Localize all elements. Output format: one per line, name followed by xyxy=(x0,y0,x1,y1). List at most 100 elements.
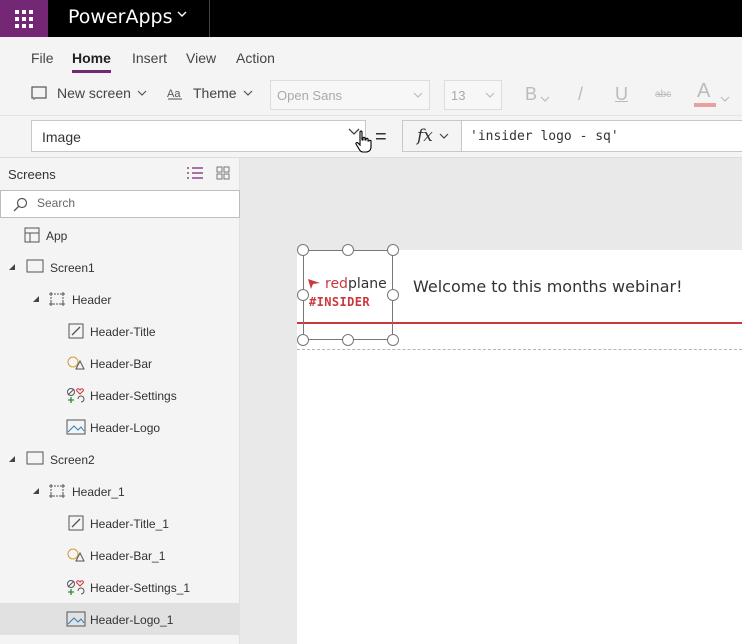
tree-item-label: Header-Title_1 xyxy=(90,517,169,531)
new-screen-label: New screen xyxy=(57,85,131,101)
chevron-down-icon xyxy=(413,92,423,98)
chevron-down-icon xyxy=(137,90,147,96)
app-bar: PowerApps xyxy=(0,0,742,37)
font-size-select[interactable]: 13 xyxy=(444,80,502,110)
collapse-arrow-icon[interactable] xyxy=(32,295,40,303)
fx-icon: fx xyxy=(417,126,433,146)
chevron-down-icon xyxy=(485,92,495,98)
list-view-icon[interactable] xyxy=(186,166,204,180)
underline-button[interactable]: U xyxy=(615,84,628,105)
grid-view-icon[interactable] xyxy=(216,166,230,180)
theme-button[interactable]: Aa Theme xyxy=(167,85,261,101)
tree-item-header-title[interactable]: Header-Title xyxy=(0,315,240,347)
icon-control-icon xyxy=(67,580,85,595)
tab-view[interactable]: View xyxy=(186,50,216,66)
search-icon xyxy=(13,197,28,212)
tree-item-header-settings[interactable]: Header-Settings xyxy=(0,379,240,411)
app-icon xyxy=(24,227,40,243)
tree-item-header-1[interactable]: Header_1 xyxy=(0,475,240,507)
collapse-arrow-icon[interactable] xyxy=(8,263,16,271)
app-name[interactable]: PowerApps xyxy=(68,6,172,28)
tree-item-label: Header-Settings xyxy=(90,389,177,403)
chevron-down-icon xyxy=(720,96,730,102)
screen-icon xyxy=(26,259,44,273)
tree-item-label: Header_1 xyxy=(72,485,125,499)
tree-item-app[interactable]: App xyxy=(0,219,240,251)
tree-item-header-logo[interactable]: Header-Logo xyxy=(0,411,240,443)
collapse-arrow-icon[interactable] xyxy=(32,487,40,495)
waffle-icon xyxy=(15,9,33,28)
font-family-value: Open Sans xyxy=(277,88,343,103)
resize-handle[interactable] xyxy=(387,244,399,256)
search-input[interactable] xyxy=(37,196,227,210)
label-icon xyxy=(68,515,84,531)
strikethrough-button[interactable]: abc xyxy=(655,89,671,100)
property-value: Image xyxy=(42,129,81,145)
tab-insert[interactable]: Insert xyxy=(132,50,167,66)
group-icon xyxy=(49,292,65,306)
divider xyxy=(209,0,210,37)
group-icon xyxy=(49,484,65,498)
tab-action[interactable]: Action xyxy=(236,50,275,66)
icon-control-icon xyxy=(67,388,85,403)
tree-item-header-title-1[interactable]: Header-Title_1 xyxy=(0,507,240,539)
app-launcher-button[interactable] xyxy=(0,0,48,37)
tree-item-header[interactable]: Header xyxy=(0,283,240,315)
chevron-down-icon xyxy=(243,90,253,96)
theme-icon: Aa xyxy=(167,88,182,100)
new-screen-button[interactable]: New screen xyxy=(31,85,155,101)
image-icon xyxy=(66,611,86,627)
tab-home[interactable]: Home xyxy=(72,50,111,73)
image-icon xyxy=(66,419,86,435)
bold-button[interactable]: B xyxy=(525,84,537,105)
tree-item-label: Header-Logo xyxy=(90,421,161,435)
tree-item-label: Screen1 xyxy=(50,261,95,275)
property-select[interactable]: Image xyxy=(31,120,366,152)
font-size-value: 13 xyxy=(451,88,466,103)
toolbar: New screen Aa Theme Open Sans 13 B / U a… xyxy=(0,74,742,116)
shape-icon xyxy=(67,548,85,562)
tree-item-label: Screen2 xyxy=(50,453,95,467)
tree-item-header-settings-1[interactable]: Header-Settings_1 xyxy=(0,571,240,603)
tree-item-label: Header-Settings_1 xyxy=(90,581,191,595)
tree-item-label: Header xyxy=(72,293,112,307)
resize-handle[interactable] xyxy=(342,244,354,256)
resize-handle[interactable] xyxy=(387,289,399,301)
hand-cursor-icon xyxy=(355,130,372,153)
italic-button[interactable]: / xyxy=(578,84,583,105)
header-title[interactable]: Welcome to this months webinar! xyxy=(413,277,683,296)
shape-icon xyxy=(67,356,85,370)
tree-item-label: Header-Logo_1 xyxy=(90,613,174,627)
search-field[interactable] xyxy=(0,190,240,218)
chevron-down-icon[interactable] xyxy=(176,8,188,20)
theme-label: Theme xyxy=(193,85,237,101)
equals-sign: = xyxy=(375,126,387,148)
ribbon-tabs: File Home Insert View Action xyxy=(0,37,742,74)
font-family-select[interactable]: Open Sans xyxy=(270,80,430,110)
screen-icon xyxy=(26,451,44,465)
tree-item-header-logo-1[interactable]: Header-Logo_1 xyxy=(0,603,240,635)
chevron-down-icon xyxy=(439,133,449,139)
formula-input[interactable]: 'insider logo - sq' xyxy=(461,120,742,152)
tree-item-label: Header-Title xyxy=(90,325,156,339)
font-color-swatch xyxy=(694,103,716,107)
resize-handle[interactable] xyxy=(297,244,309,256)
fx-button[interactable]: fx xyxy=(402,120,462,152)
tree-item-label: Header-Bar xyxy=(90,357,153,371)
chevron-down-icon xyxy=(540,96,550,102)
tree-item-label: Header-Bar_1 xyxy=(90,549,166,563)
resize-handle[interactable] xyxy=(342,334,354,346)
tree-view-panel: Screens App Screen1 Header Header-Title … xyxy=(0,158,240,644)
tree-item-screen1[interactable]: Screen1 xyxy=(0,251,240,283)
resize-handle[interactable] xyxy=(297,289,309,301)
group-boundary xyxy=(297,349,742,350)
tree-item-screen2[interactable]: Screen2 xyxy=(0,443,240,475)
tab-file[interactable]: File xyxy=(31,50,54,66)
resize-handle[interactable] xyxy=(387,334,399,346)
resize-handle[interactable] xyxy=(297,334,309,346)
tree-item-header-bar-1[interactable]: Header-Bar_1 xyxy=(0,539,240,571)
font-color-button[interactable]: A xyxy=(697,80,710,103)
tree-item-header-bar[interactable]: Header-Bar xyxy=(0,347,240,379)
label-icon xyxy=(68,323,84,339)
collapse-arrow-icon[interactable] xyxy=(8,455,16,463)
